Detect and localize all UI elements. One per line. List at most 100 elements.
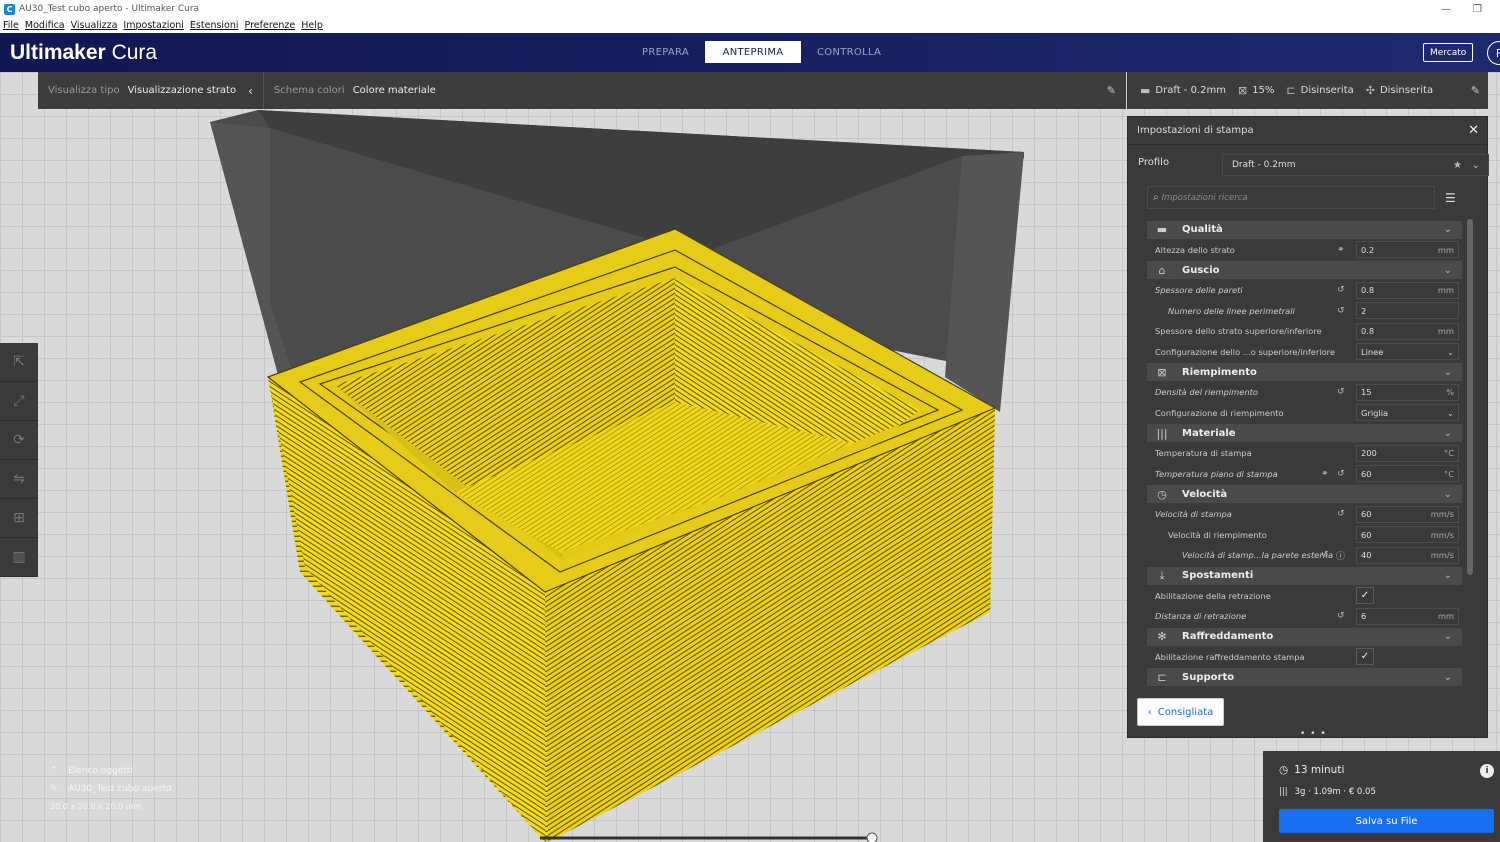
adhesion-icon: ✣ <box>1365 84 1375 97</box>
save-to-file-button[interactable]: Salva su File <box>1279 809 1494 833</box>
settings-list[interactable]: ▬ Qualità ⌄ Altezza dello strato ⚭ 0.2 mm ⌂ Gusc… <box>1147 219 1462 691</box>
support-summary: ⊏ Disinserita <box>1286 84 1354 97</box>
setting-label: Temperatura piano di stampa <box>1155 468 1278 479</box>
setting-label: Configurazione di riempimento <box>1155 407 1284 418</box>
settings-category[interactable]: ||| Materiale ⌄ <box>1147 424 1462 442</box>
mirror-tool-icon[interactable]: ⇋ <box>0 460 38 499</box>
quality-icon: ▬ <box>1156 223 1168 236</box>
setting-input[interactable]: 6 mm <box>1356 607 1459 625</box>
setting-label: Numero delle linee perimetrali <box>1168 305 1295 316</box>
link-icon[interactable]: ⚭ <box>1321 469 1329 479</box>
setting-input[interactable]: 60 °C <box>1356 465 1459 483</box>
setting-dropdown[interactable]: Linee ⌄ <box>1356 343 1459 361</box>
setting-unit: mm/s <box>1430 529 1454 540</box>
setting-checkbox[interactable]: ✓ <box>1356 648 1374 666</box>
info-icon[interactable]: i <box>1480 764 1494 778</box>
setting-input[interactable]: 200 °C <box>1356 444 1459 462</box>
setting-input[interactable]: 40 mm/s <box>1356 546 1459 564</box>
settings-category[interactable]: ✻ Raffreddamento ⌄ <box>1147 627 1462 646</box>
link-icon[interactable]: ⚭ <box>1337 245 1345 255</box>
cura-app-icon: C <box>4 3 15 15</box>
setting-label: Velocità di stampa <box>1155 509 1232 520</box>
color-scheme-select[interactable]: Colore materiale <box>353 85 436 96</box>
profile-row: Profilo Draft - 0.2mm ★ ⌄ <box>1138 154 1489 176</box>
settings-category[interactable]: ⊏ Supporto ⌄ <box>1147 668 1462 686</box>
menu-extensions[interactable]: Estensioni <box>190 20 239 31</box>
setting-value: 40 <box>1361 550 1372 561</box>
menu-view[interactable]: Visualizza <box>71 20 118 31</box>
tab-prepare[interactable]: PREPARA <box>626 41 705 63</box>
profile-label: Profilo <box>1138 157 1170 168</box>
setting-dropdown[interactable]: Griglia ⌄ <box>1356 404 1459 422</box>
setting-unit: mm/s <box>1430 550 1454 561</box>
minimize-button[interactable]: — <box>1441 4 1451 15</box>
pencil-icon[interactable]: ✎ <box>1107 84 1116 97</box>
chevron-left-icon[interactable]: ‹ <box>248 84 253 98</box>
pencil-icon[interactable]: ✎ <box>50 784 60 794</box>
pencil-icon[interactable]: ✎ <box>1471 84 1480 97</box>
setting-unit: mm/s <box>1430 509 1454 520</box>
account-button[interactable]: F <box>1487 41 1500 65</box>
scale-tool-icon[interactable]: ⤢ <box>0 382 38 421</box>
settings-search-input[interactable]: ⌕ Impostazioni ricerca <box>1147 186 1435 209</box>
marketplace-button[interactable]: Mercato <box>1423 43 1474 62</box>
setting-unit: mm <box>1437 244 1454 255</box>
rotate-tool-icon[interactable]: ⟳ <box>0 421 38 460</box>
menu-file[interactable]: File <box>3 20 19 31</box>
star-icon[interactable]: ★ <box>1453 160 1462 171</box>
resize-grip[interactable]: • • • <box>1300 729 1327 739</box>
reset-icon[interactable]: ↺ <box>1337 611 1345 621</box>
close-icon[interactable]: ✕ <box>1468 123 1479 138</box>
chevron-down-icon: ⌄ <box>1443 631 1452 642</box>
tab-preview[interactable]: ANTEPRIMA <box>705 41 802 63</box>
menu-edit[interactable]: Modifica <box>25 20 65 31</box>
setting-checkbox[interactable]: ✓ <box>1356 587 1374 605</box>
setting-input[interactable]: 0.8 mm <box>1356 322 1459 340</box>
settings-category[interactable]: ⤓ Spostamenti ⌄ <box>1147 566 1462 585</box>
tab-monitor[interactable]: CONTROLLA <box>801 41 897 63</box>
setting-unit: °C <box>1444 448 1454 459</box>
recommended-button[interactable]: ‹ Consigliata <box>1137 698 1224 726</box>
reset-icon[interactable]: ↺ <box>1337 306 1345 316</box>
cooling-icon: ✻ <box>1157 630 1167 643</box>
setting-value: Griglia <box>1361 407 1389 418</box>
layer-slider-handle[interactable] <box>866 832 878 842</box>
menu-settings[interactable]: Impostazioni <box>123 20 184 31</box>
print-settings-summary[interactable]: ▬ Draft - 0.2mm ⊠ 15% ⊏ Disinserita ✣ Di… <box>1127 72 1488 109</box>
view-type-select[interactable]: Visualizzazione strato <box>128 85 236 96</box>
settings-category[interactable]: ▬ Qualità ⌄ <box>1147 220 1462 239</box>
reset-icon[interactable]: ↺ <box>1337 387 1345 397</box>
settings-category[interactable]: ⊠ Riempimento ⌄ <box>1147 363 1462 381</box>
setting-value: 15 <box>1361 387 1372 398</box>
setting-row: Velocità di riempimento 60 mm/s <box>1147 525 1462 545</box>
object-name-row: ✎ AU30_Test cubo aperto <box>50 784 172 794</box>
reset-icon[interactable]: ↺ <box>1321 550 1329 560</box>
setting-row: Velocità di stampa ↺ 60 mm/s <box>1147 505 1462 525</box>
setting-input[interactable]: 0.8 mm <box>1356 281 1459 299</box>
view-toolbar: Visualizza tipo Visualizzazione strato ‹… <box>38 72 1126 109</box>
setting-input[interactable]: 2 <box>1356 302 1459 320</box>
per-model-settings-icon[interactable]: ⊞ <box>0 499 38 538</box>
profile-dropdown[interactable]: Draft - 0.2mm ★ ⌄ <box>1222 154 1489 176</box>
info-icon[interactable]: ⓘ <box>1336 549 1345 562</box>
object-list-toggle[interactable]: ⌃ Elenco oggetti <box>50 766 172 776</box>
restore-button[interactable]: ❐ <box>1473 4 1482 15</box>
settings-category[interactable]: ⌂ Guscio ⌄ <box>1147 261 1462 279</box>
settings-category[interactable]: ◷ Velocità ⌄ <box>1147 485 1462 503</box>
menu-help[interactable]: Help <box>301 20 323 31</box>
reset-icon[interactable]: ↺ <box>1337 469 1345 479</box>
settings-scrollbar[interactable] <box>1467 219 1473 575</box>
setting-input[interactable]: 60 mm/s <box>1356 526 1459 544</box>
reset-icon[interactable]: ↺ <box>1337 285 1345 295</box>
settings-menu-icon[interactable]: ☰ <box>1445 191 1456 205</box>
setting-input[interactable]: 15% <box>1356 383 1459 401</box>
support-blocker-icon[interactable]: ▥ <box>0 538 38 577</box>
setting-row: Altezza dello strato ⚭ 0.2 mm <box>1147 240 1462 260</box>
print-output-panel: ◷ 13 minuti i ||| 3g · 1.09m · € 0.05 Sa… <box>1263 751 1500 842</box>
setting-input[interactable]: 60 mm/s <box>1356 505 1459 523</box>
menu-preferences[interactable]: Preferenze <box>245 20 296 31</box>
reset-icon[interactable]: ↺ <box>1337 509 1345 519</box>
chevron-down-icon: ⌄ <box>1443 427 1452 439</box>
setting-input[interactable]: 0.2 mm <box>1356 241 1459 259</box>
move-tool-icon[interactable]: ⇱ <box>0 343 38 382</box>
